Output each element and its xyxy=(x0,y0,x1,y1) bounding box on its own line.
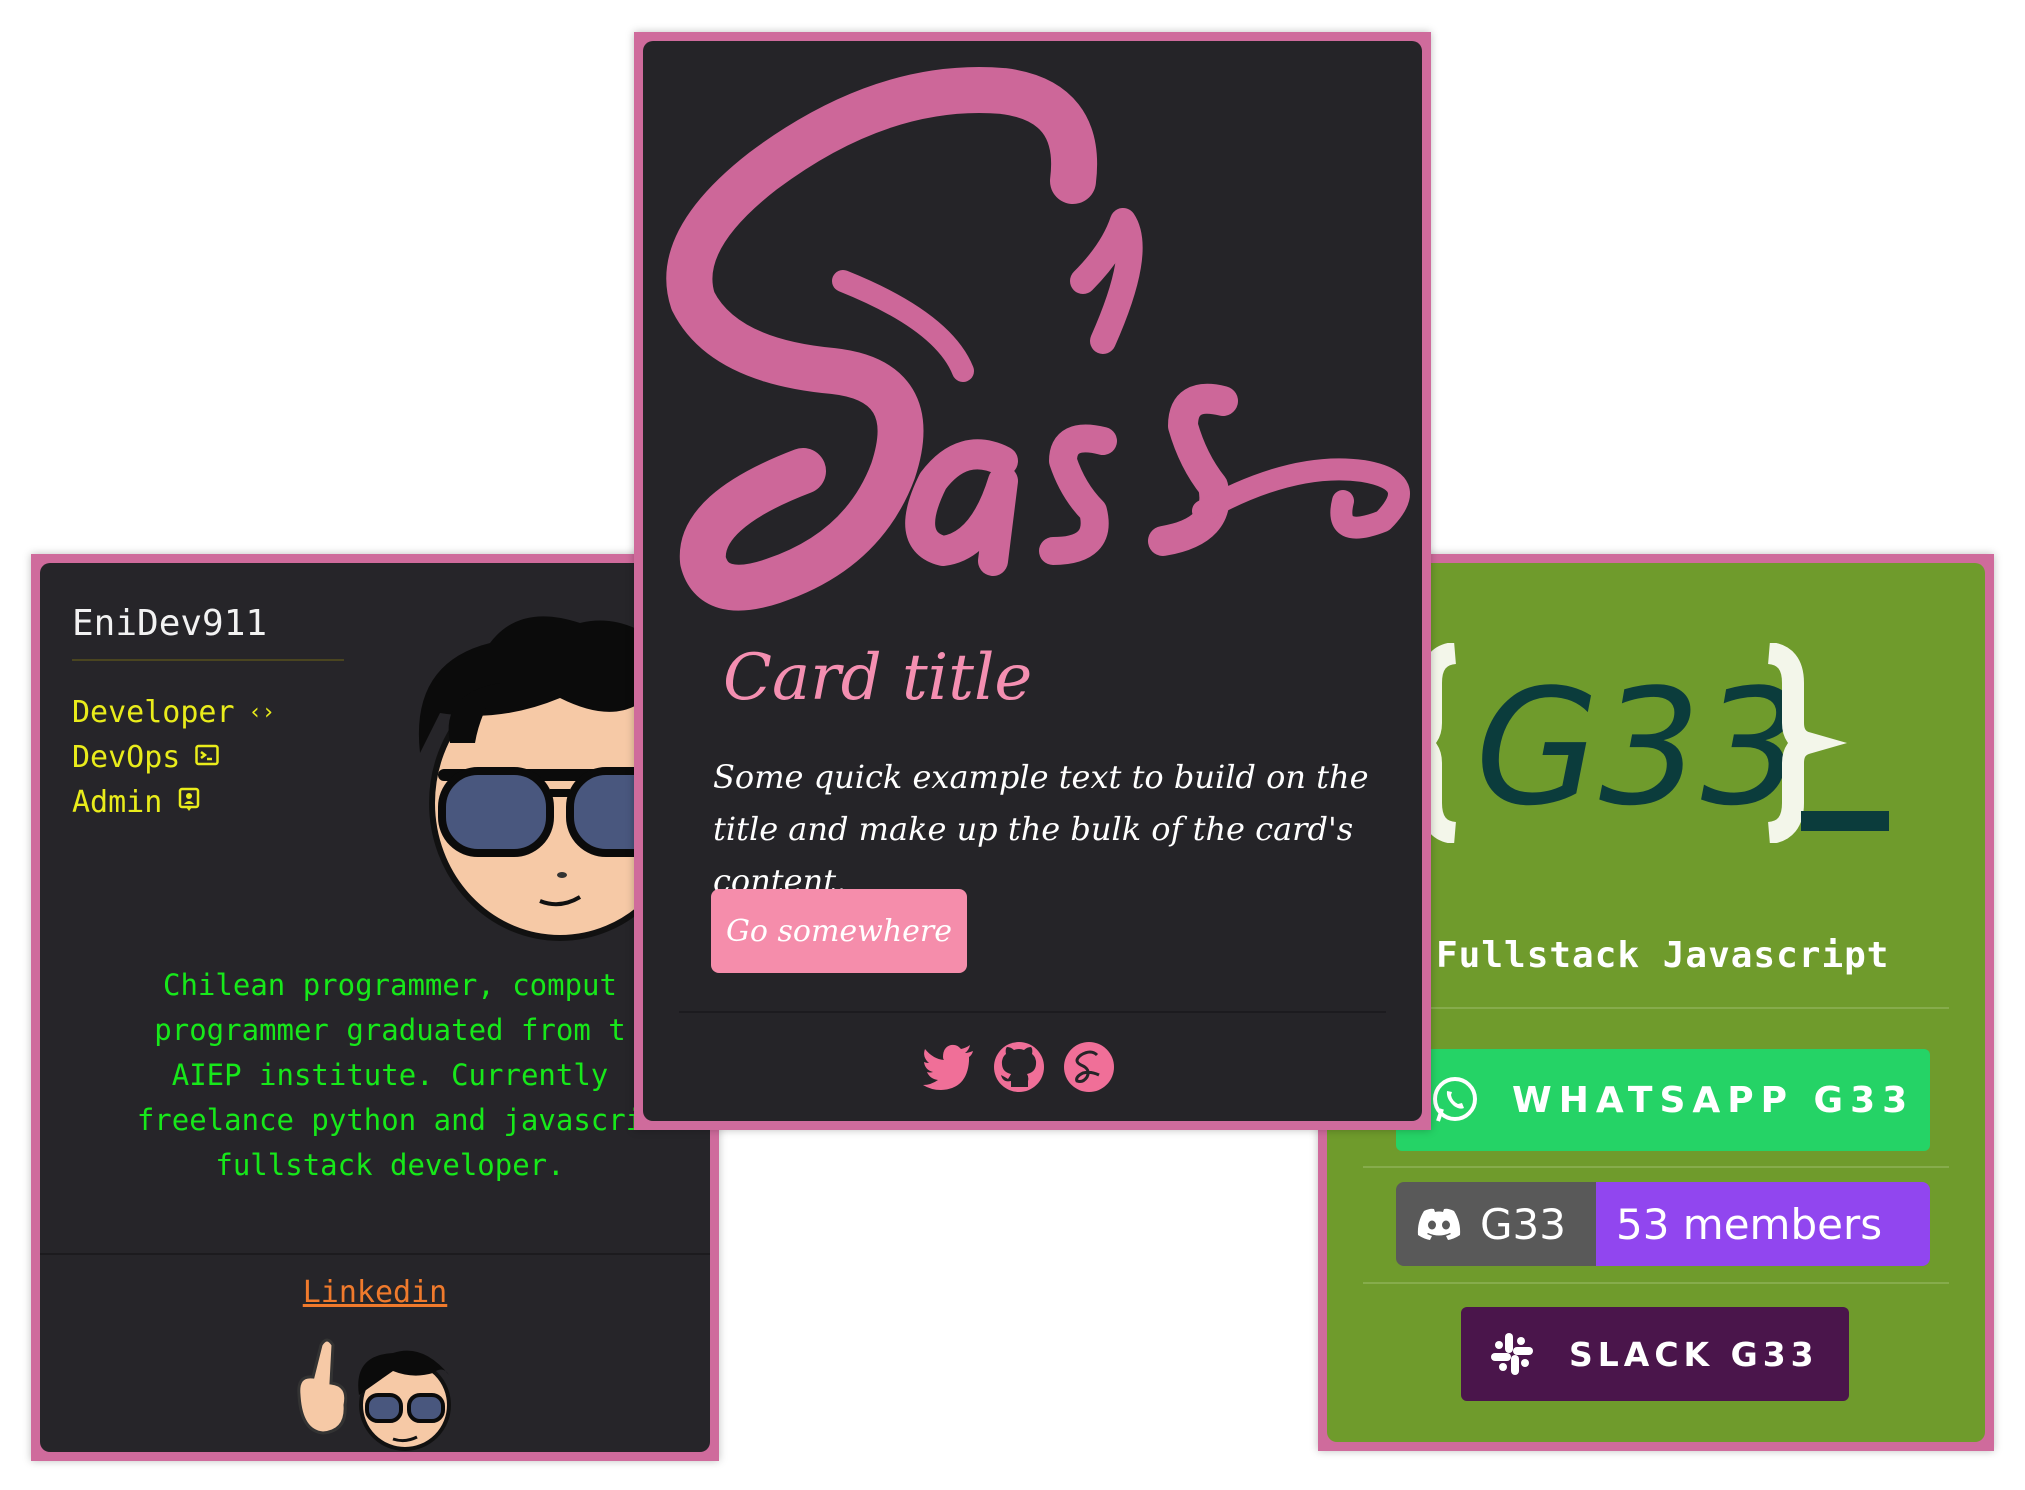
slack-button[interactable]: SLACK G33 xyxy=(1461,1307,1849,1401)
bio-line: programmer graduated from t xyxy=(154,1013,626,1047)
divider xyxy=(72,659,344,661)
role-admin: Admin xyxy=(72,785,202,820)
sass-logo-icon xyxy=(666,67,1410,611)
footer-divider xyxy=(40,1253,710,1255)
whatsapp-icon xyxy=(1433,1077,1477,1122)
divider xyxy=(1363,1166,1949,1168)
discord-members: 53 members xyxy=(1596,1182,1930,1266)
sass-card: Card title Some quick example text to bu… xyxy=(634,32,1431,1130)
pointing-avatar-icon xyxy=(297,1338,451,1451)
profile-name: EniDev911 xyxy=(72,603,268,644)
role-developer: Developer ‹› xyxy=(72,695,275,730)
person-badge-icon xyxy=(176,787,202,819)
slack-label: SLACK G33 xyxy=(1569,1334,1819,1374)
go-somewhere-button[interactable]: Go somewhere xyxy=(711,889,967,973)
discord-label-section: G33 xyxy=(1396,1182,1596,1266)
role-label: Admin xyxy=(72,785,163,820)
slack-icon xyxy=(1491,1333,1533,1375)
discord-icon xyxy=(1417,1208,1461,1240)
whatsapp-button[interactable]: WHATSAPP G33 xyxy=(1396,1049,1930,1151)
terminal-icon xyxy=(194,744,220,772)
github-icon[interactable] xyxy=(991,1039,1047,1095)
g33-logo-text: G33 xyxy=(1475,654,1803,841)
card-text: Some quick example text to build on the … xyxy=(713,758,1369,900)
card-title: Card title xyxy=(723,641,1033,715)
role-label: Developer xyxy=(72,695,235,730)
footer-divider xyxy=(679,1011,1386,1013)
profile-card-body: EniDev911 Developer ‹› DevOps Admin Chil… xyxy=(40,563,710,1452)
role-label: DevOps xyxy=(72,740,181,775)
divider xyxy=(1363,1282,1949,1284)
g33-logo: G33 xyxy=(1417,643,1889,843)
subtitle: Fullstack Javascript xyxy=(1436,935,1890,976)
discord-badge[interactable]: G33 53 members xyxy=(1396,1182,1930,1266)
bio-line: Chilean programmer, comput xyxy=(163,968,617,1002)
code-icon: ‹› xyxy=(248,700,276,725)
bio-text: Chilean programmer, comput programmer gr… xyxy=(110,963,670,1188)
bio-line: AIEP institute. Currently xyxy=(171,1058,609,1092)
sass-card-body: Card title Some quick example text to bu… xyxy=(643,41,1422,1121)
bio-line: fullstack developer. xyxy=(215,1148,565,1182)
sass-icon[interactable] xyxy=(1061,1039,1117,1095)
profile-card: EniDev911 Developer ‹› DevOps Admin Chil… xyxy=(31,554,719,1461)
role-devops: DevOps xyxy=(72,740,220,775)
discord-label: G33 xyxy=(1480,1199,1566,1249)
divider xyxy=(1363,1007,1949,1009)
bio-line: freelance python and javascri xyxy=(136,1103,644,1137)
linkedin-link[interactable]: Linkedin xyxy=(40,1275,710,1310)
whatsapp-label: WHATSAPP G33 xyxy=(1512,1079,1915,1121)
twitter-icon[interactable] xyxy=(921,1039,977,1095)
